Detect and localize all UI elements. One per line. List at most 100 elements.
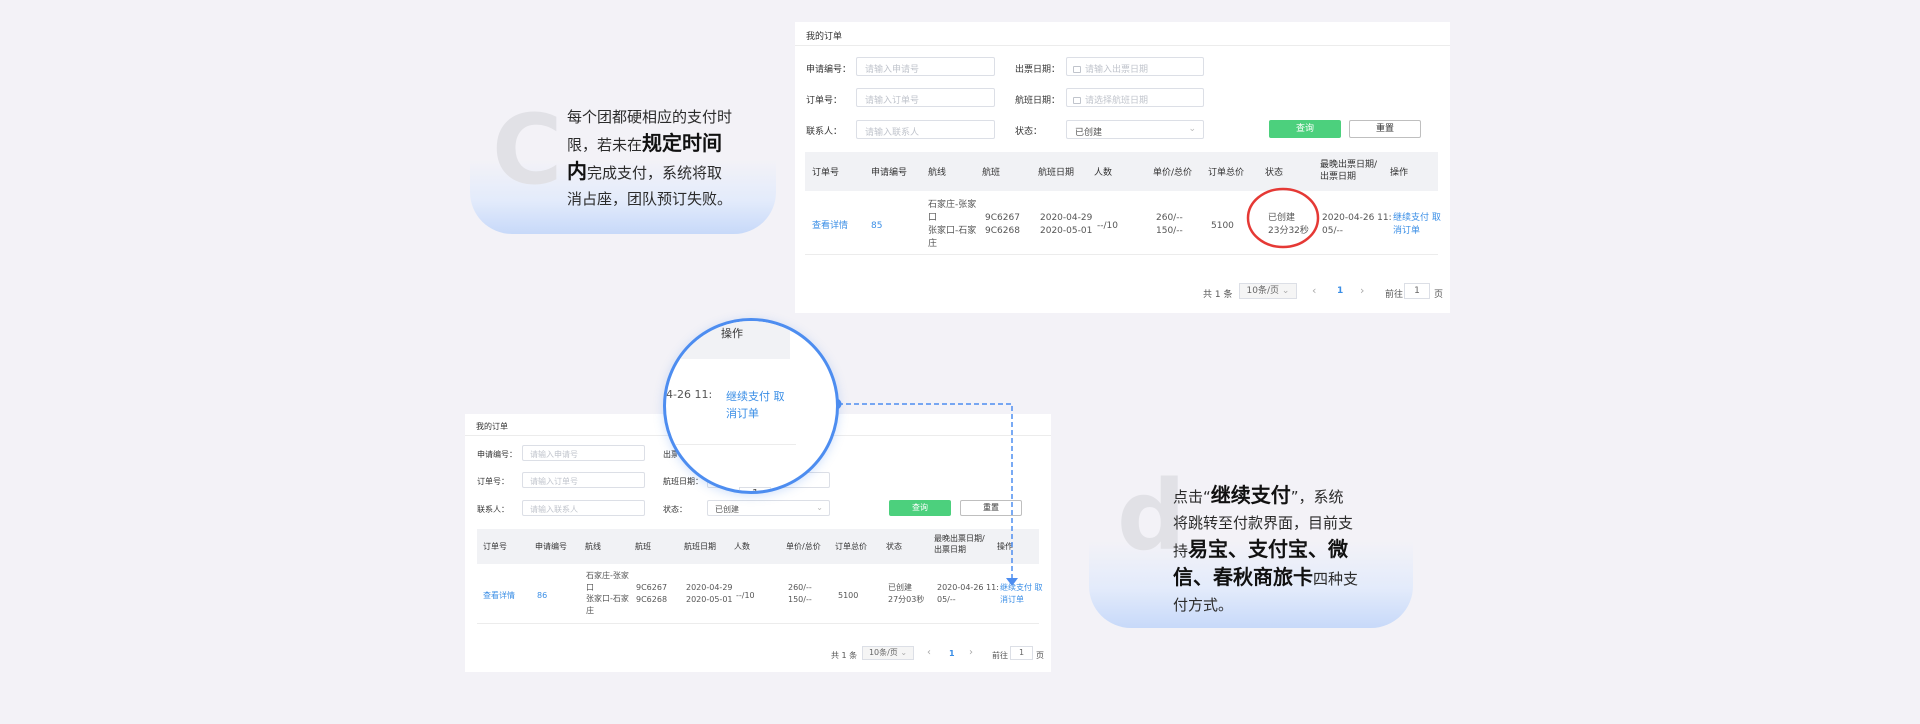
page-size-select[interactable]: 10条/页 ⌄ xyxy=(862,646,914,660)
calendar-icon xyxy=(1073,66,1081,73)
contact-input[interactable]: 请输入联系人 xyxy=(522,500,645,516)
price-cell: 260/-- 150/-- xyxy=(788,583,812,604)
col-order-no: 订单号 xyxy=(812,168,840,178)
status-cell: 已创建 23分32秒 xyxy=(1268,212,1309,238)
page-unit: 页 xyxy=(1434,290,1444,300)
pager-total: 共 1 条 xyxy=(1203,290,1233,300)
route-cell: 石家庄-张家口 张家口-石家庄 xyxy=(928,200,977,250)
col-route: 航线 xyxy=(928,168,947,178)
contact-label: 联系人： xyxy=(477,505,509,514)
status-select[interactable]: 已创建 ⌄ xyxy=(707,500,830,516)
status-label: 状态： xyxy=(663,505,687,514)
countdown-timer: 27分03秒 xyxy=(888,594,925,604)
annotation-card-d: d 点击“继续支付”，系统 将跳转至付款界面，目前支 持易宝、支付宝、微 信、春… xyxy=(1089,468,1413,628)
current-page[interactable]: 1 xyxy=(1337,286,1343,296)
flight-date-input[interactable]: 请选择航班日期 xyxy=(1066,88,1204,107)
goto-label: 前往 xyxy=(1385,290,1404,300)
order-panel-top: 我的订单 申请编号： 请输入申请号 出票日期： 请输入出票日期 订单号： 请输入… xyxy=(795,22,1450,313)
col-order-no: 订单号 xyxy=(483,542,507,551)
status-select[interactable]: 已创建 ⌄ xyxy=(1066,120,1204,139)
col-route: 航线 xyxy=(585,542,601,551)
col-deadline: 最晚出票日期/出票日期 xyxy=(1320,160,1378,183)
order-no-input[interactable]: 请输入订单号 xyxy=(856,88,995,107)
continue-pay-cancel-link[interactable]: 继续支付 取消订单 xyxy=(1393,212,1441,238)
col-flight: 航班 xyxy=(982,168,1001,178)
page-unit: 页 xyxy=(1036,651,1044,660)
reset-button[interactable]: 重置 xyxy=(1349,120,1421,138)
order-no-label: 订单号： xyxy=(806,96,843,106)
chevron-down-icon: ⌄ xyxy=(1281,286,1290,296)
col-apply-no: 申请编号 xyxy=(535,542,567,551)
route-cell: 石家庄-张家口 张家口-石家庄 xyxy=(586,571,629,615)
apply-no-input[interactable]: 请输入申请号 xyxy=(856,57,995,76)
flight-date-cell: 2020-04-29 2020-05-01 xyxy=(1040,213,1093,237)
col-price: 单价/总价 xyxy=(1153,168,1193,178)
flight-cell: 9C6267 9C6268 xyxy=(636,583,668,604)
col-apply-no: 申请编号 xyxy=(871,168,908,178)
col-total: 订单总价 xyxy=(1208,168,1245,178)
annotation-card-c: C 每个团都硬相应的支付时 限，若未在规定时间 内完成支付，系统将取 消占座，团… xyxy=(470,100,776,234)
annotation-letter-c: C xyxy=(492,94,563,206)
next-page-icon[interactable]: › xyxy=(969,647,973,658)
pax-cell: --/10 xyxy=(736,591,755,600)
magnified-page-number: 1 xyxy=(752,487,759,494)
apply-no-input[interactable]: 请输入申请号 xyxy=(522,445,645,461)
query-button[interactable]: 查询 xyxy=(1269,120,1341,138)
total-cell: 5100 xyxy=(1211,221,1234,231)
chevron-down-icon: ⌄ xyxy=(900,648,908,657)
calendar-icon xyxy=(1073,97,1081,104)
flight-cell: 9C6267 9C6268 xyxy=(985,213,1020,237)
countdown-timer: 23分32秒 xyxy=(1268,226,1309,237)
apply-no-label: 申请编号： xyxy=(477,450,517,459)
chevron-down-icon: ⌄ xyxy=(816,503,823,512)
annotation-text-c: 每个团都硬相应的支付时 限，若未在规定时间 内完成支付，系统将取 消占座，团队预… xyxy=(567,108,733,208)
contact-input[interactable]: 请输入联系人 xyxy=(856,120,995,139)
col-pax: 人数 xyxy=(734,542,750,551)
col-status: 状态 xyxy=(1265,168,1284,178)
pax-cell: --/10 xyxy=(1097,221,1118,231)
magnified-action-header: 操作 xyxy=(721,327,743,340)
col-flight-date: 航班日期 xyxy=(684,542,716,551)
flight-date-label: 航班日期： xyxy=(663,477,703,486)
prev-page-icon[interactable]: ‹ xyxy=(1312,284,1316,297)
status-cell: 已创建 27分03秒 xyxy=(888,583,925,604)
prev-page-icon[interactable]: ‹ xyxy=(927,647,931,658)
col-status: 状态 xyxy=(886,542,902,551)
col-total: 订单总价 xyxy=(835,542,867,551)
current-page[interactable]: 1 xyxy=(949,649,955,658)
reset-button[interactable]: 重置 xyxy=(960,500,1022,516)
next-page-icon[interactable]: › xyxy=(1360,284,1364,297)
annotation-text-d: 点击“继续支付”，系统 将跳转至付款界面，目前支 持易宝、支付宝、微 信、春秋商… xyxy=(1173,483,1359,614)
order-detail-link[interactable]: 查看详情 xyxy=(812,220,848,233)
order-detail-link[interactable]: 查看详情 xyxy=(483,590,515,602)
col-flight-date: 航班日期 xyxy=(1038,168,1075,178)
apply-no-label: 申请编号： xyxy=(806,65,852,75)
continue-pay-cancel-link[interactable]: 继续支付 取消订单 xyxy=(1000,582,1043,605)
magnifier-lens: 操作 4-26 11: 继续支付 取 消订单 1 xyxy=(663,318,839,494)
col-deadline: 最晚出票日期/出票日期 xyxy=(934,534,985,554)
goto-page-input[interactable]: 1 xyxy=(1404,283,1430,299)
col-action: 操作 xyxy=(1390,168,1409,178)
page-size-select[interactable]: 10条/页 ⌄ xyxy=(1239,283,1297,299)
status-label: 状态： xyxy=(1015,127,1043,137)
magnified-deadline: 4-26 11: xyxy=(666,388,713,401)
deadline-cell: 2020-04-26 11: 05/-- xyxy=(937,583,999,604)
magnified-continue-pay-link[interactable]: 继续支付 取 消订单 xyxy=(726,388,785,422)
chevron-down-icon: ⌄ xyxy=(1188,124,1196,134)
ticket-date-label: 出票日期： xyxy=(1015,65,1061,75)
query-button[interactable]: 查询 xyxy=(889,500,951,516)
apply-no-link[interactable]: 85 xyxy=(871,220,882,233)
order-no-input[interactable]: 请输入订单号 xyxy=(522,472,645,488)
total-cell: 5100 xyxy=(838,591,859,600)
price-cell: 260/-- 150/-- xyxy=(1156,213,1183,237)
apply-no-link[interactable]: 86 xyxy=(537,590,547,602)
flight-date-label: 航班日期： xyxy=(1015,96,1061,106)
col-pax: 人数 xyxy=(1094,168,1113,178)
flight-date-cell: 2020-04-29 2020-05-01 xyxy=(686,583,733,604)
ticket-date-input[interactable]: 请输入出票日期 xyxy=(1066,57,1204,76)
pager-total: 共 1 条 xyxy=(831,651,858,660)
deadline-cell: 2020-04-26 11: 05/-- xyxy=(1322,213,1392,237)
goto-page-input[interactable]: 1 xyxy=(1010,646,1033,660)
goto-label: 前往 xyxy=(992,651,1008,660)
order-no-label: 订单号： xyxy=(477,477,509,486)
